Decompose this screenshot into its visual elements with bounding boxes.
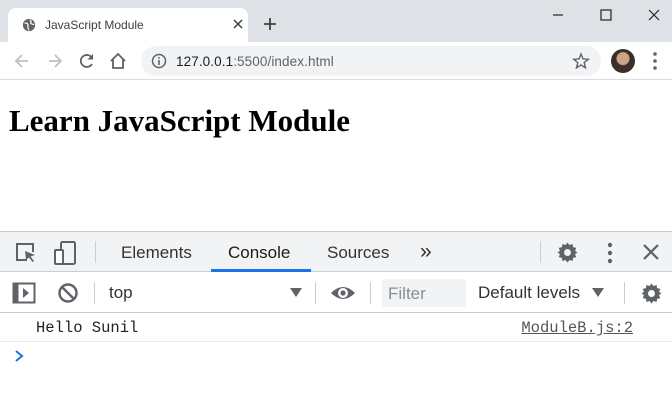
close-window-icon[interactable] — [644, 6, 664, 24]
close-devtools-icon[interactable] — [642, 243, 660, 261]
chevron-down-icon[interactable] — [592, 288, 604, 298]
url-text[interactable]: 127.0.0.1:5500/index.html — [176, 54, 334, 69]
toolbar-divider — [540, 241, 541, 263]
filter-input[interactable]: Filter — [382, 279, 466, 307]
browser-toolbar: 127.0.0.1:5500/index.html — [0, 42, 672, 80]
show-sidebar-icon[interactable] — [12, 282, 36, 304]
back-icon[interactable] — [12, 51, 32, 71]
address-bar[interactable]: 127.0.0.1:5500/index.html — [141, 46, 601, 76]
tab-sources[interactable]: Sources — [327, 243, 389, 263]
log-levels-dropdown[interactable]: Default levels — [478, 283, 580, 303]
info-icon[interactable] — [151, 53, 167, 69]
active-tab-indicator — [211, 269, 311, 272]
page-viewport: Learn JavaScript Module — [0, 81, 672, 231]
url-path: :5500/index.html — [233, 54, 334, 69]
maximize-icon[interactable] — [596, 6, 616, 24]
toolbar-divider — [370, 282, 371, 304]
console-settings-gear-icon[interactable] — [640, 282, 663, 305]
new-tab-icon[interactable] — [262, 16, 278, 32]
toolbar-divider — [315, 282, 316, 304]
reload-icon[interactable] — [77, 51, 97, 71]
tab-console[interactable]: Console — [228, 243, 290, 263]
minimize-icon[interactable] — [548, 6, 568, 24]
devtools-tabbar: Elements Console Sources » — [0, 232, 672, 272]
settings-gear-icon[interactable] — [556, 241, 579, 264]
console-message: Hello Sunil ModuleB.js:2 — [0, 314, 672, 342]
live-expression-eye-icon[interactable] — [330, 283, 356, 303]
home-icon[interactable] — [108, 51, 128, 71]
console-prompt-chevron-icon[interactable] — [13, 349, 25, 363]
forward-icon[interactable] — [45, 51, 65, 71]
tab-strip: JavaScript Module — [0, 0, 672, 42]
chevron-down-icon[interactable] — [290, 288, 302, 298]
context-selector[interactable]: top — [109, 283, 133, 303]
globe-icon — [22, 18, 36, 32]
console-message-text: Hello Sunil — [36, 319, 139, 337]
console-toolbar: top Filter Default levels — [0, 273, 672, 313]
devtools-panel: Elements Console Sources » top Filter De… — [0, 231, 672, 416]
toolbar-divider — [624, 282, 625, 304]
url-host: 127.0.0.1 — [176, 54, 234, 69]
close-tab-icon[interactable] — [230, 16, 246, 32]
page-heading: Learn JavaScript Module — [9, 103, 350, 138]
more-tabs-icon[interactable]: » — [420, 240, 432, 264]
inspect-element-icon[interactable] — [14, 241, 38, 265]
profile-avatar[interactable] — [611, 49, 635, 73]
browser-menu-icon[interactable] — [647, 50, 663, 72]
tab-elements[interactable]: Elements — [121, 243, 192, 263]
clear-console-icon[interactable] — [57, 282, 79, 304]
tab-title: JavaScript Module — [45, 18, 144, 32]
toolbar-divider — [95, 241, 96, 263]
console-source-link[interactable]: ModuleB.js:2 — [521, 319, 633, 337]
device-toolbar-icon[interactable] — [53, 240, 79, 266]
browser-tab[interactable]: JavaScript Module — [8, 8, 248, 42]
devtools-menu-icon[interactable] — [602, 241, 618, 265]
bookmark-star-icon[interactable] — [572, 52, 590, 70]
toolbar-divider — [94, 282, 95, 304]
